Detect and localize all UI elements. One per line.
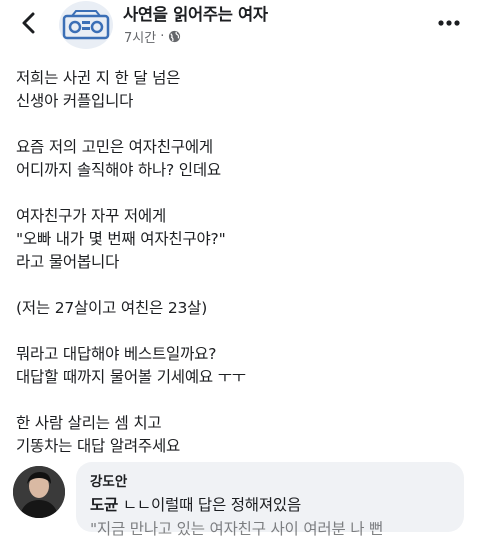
post-meta: 7시간 · xyxy=(124,27,181,46)
comment-message: ㄴㄴ이럴때 답은 정해져있음 xyxy=(122,496,302,514)
post-paragraph: 요즘 저의 고민은 여자친구에게어디까지 솔직해야 하나? 인데요 xyxy=(16,136,466,182)
post-line: "오빠 내가 몇 번째 여자친구야?" xyxy=(16,230,226,248)
tagged-user[interactable]: 도균 xyxy=(90,496,118,514)
back-button[interactable] xyxy=(14,8,44,38)
post-line: (저는 27살이고 여친은 23살) xyxy=(16,299,208,317)
chevron-left-icon xyxy=(22,12,35,34)
comment-text: 도균 ㄴㄴ이럴때 답은 정해져있음 xyxy=(90,493,301,515)
post-time[interactable]: 7시간 xyxy=(124,27,156,46)
post-line: 대답할 때까지 물어볼 기세예요 ㅜㅜ xyxy=(16,368,246,386)
page-avatar[interactable] xyxy=(59,1,113,49)
post-paragraph: 뭐라고 대답해야 베스트일까요? 대답할 때까지 물어볼 기세예요 ㅜㅜ xyxy=(16,343,466,389)
meta-separator: · xyxy=(160,29,165,44)
comment-bubble: 강도안 도균 ㄴㄴ이럴때 답은 정해져있음 "지금 만나고 있는 여자친구 사이… xyxy=(76,462,464,538)
comment-text-partial: "지금 만나고 있는 여자친구 사이 여러분 나 뻔 xyxy=(90,520,384,538)
post-paragraph: (저는 27살이고 여친은 23살) xyxy=(16,297,466,320)
post-line: 라고 물어봅니다 xyxy=(16,253,120,271)
radio-icon xyxy=(62,10,110,40)
post-line: 요즘 저의 고민은 여자친구에게 xyxy=(16,138,213,156)
comment-avatar[interactable] xyxy=(13,466,65,518)
comment-author[interactable]: 강도안 xyxy=(90,470,127,490)
post-line: 뭐라고 대답해야 베스트일까요? xyxy=(16,345,217,363)
post-line: 저희는 사귄 지 한 달 넘은 xyxy=(16,69,181,87)
more-horizontal-icon xyxy=(438,20,460,26)
post-paragraph: 한 사람 살리는 셈 치고기똥차는 대답 알려주세요 xyxy=(16,412,466,458)
globe-icon[interactable] xyxy=(168,30,181,43)
post-line: 기똥차는 대답 알려주세요 xyxy=(16,437,181,455)
post-body: 저희는 사귄 지 한 달 넘은신생아 커플입니다요즘 저의 고민은 여자친구에게… xyxy=(16,67,466,481)
page-name[interactable]: 사연을 읽어주는 여자 xyxy=(123,1,268,25)
post-paragraph: 저희는 사귄 지 한 달 넘은신생아 커플입니다 xyxy=(16,67,466,113)
post-line: 어디까지 솔직해야 하나? 인데요 xyxy=(16,161,221,179)
post-header: 사연을 읽어주는 여자 7시간 · xyxy=(0,0,480,52)
post-line: 한 사람 살리는 셈 치고 xyxy=(16,414,162,432)
post-line: 여자친구가 자꾸 저에게 xyxy=(16,207,167,225)
post-paragraph: 여자친구가 자꾸 저에게 "오빠 내가 몇 번째 여자친구야?" 라고 물어봅니다 xyxy=(16,205,466,274)
commenter-photo-icon xyxy=(13,466,65,518)
comment: 강도안 도균 ㄴㄴ이럴때 답은 정해져있음 "지금 만나고 있는 여자친구 사이… xyxy=(0,458,480,538)
post-line: 신생아 커플입니다 xyxy=(16,92,134,110)
more-options-button[interactable] xyxy=(432,8,466,38)
